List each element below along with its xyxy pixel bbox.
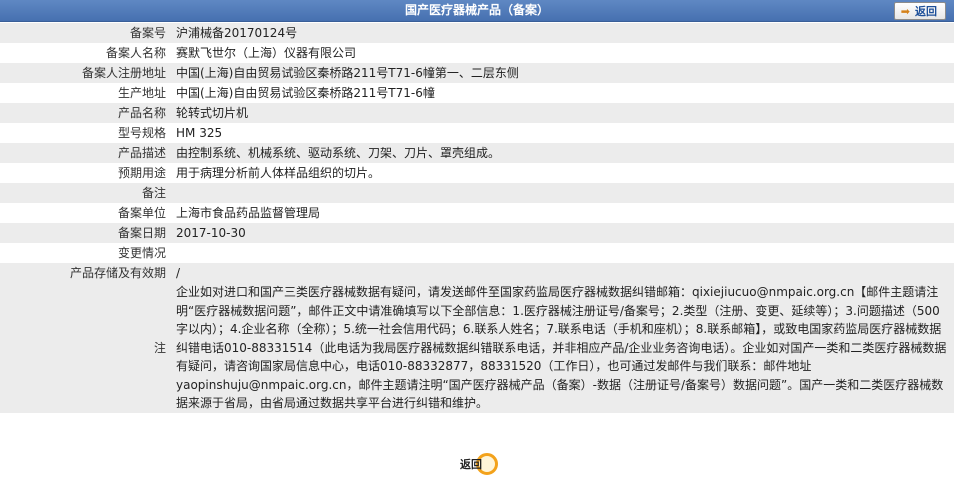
table-row: 变更情况 [0,243,954,263]
page-title: 国产医疗器械产品（备案） [404,3,549,17]
row-value [169,243,954,263]
back-button-bottom-label: 返回 [460,458,482,471]
table-row: 生产地址 中国(上海)自由贸易试验区秦桥路211号T71-6幢 [0,83,954,103]
row-value: 用于病理分析前人体样品组织的切片。 [169,163,954,183]
row-label: 产品名称 [0,103,169,123]
row-label: 变更情况 [0,243,169,263]
row-label: 备注 [0,183,169,203]
row-label: 备案单位 [0,203,169,223]
row-value: / [169,263,954,283]
table-row: 备案人名称 赛默飞世尔（上海）仪器有限公司 [0,43,954,63]
row-label: 备案日期 [0,223,169,243]
back-button-bottom[interactable]: 返回 [452,450,500,478]
table-row: 产品存储及有效期 / [0,263,954,283]
table-row: 产品描述 由控制系统、机械系统、驱动系统、刀架、刀片、罩壳组成。 [0,143,954,163]
note-text: 企业如对进口和国产三类医疗器械数据有疑问，请发送邮件至国家药监局医疗器械数据纠错… [176,285,947,410]
row-value: 沪浦械备20170124号 [169,23,954,43]
row-value [169,183,954,203]
row-label: 备案人名称 [0,43,169,63]
note-cell: 企业如对进口和国产三类医疗器械数据有疑问，请发送邮件至国家药监局医疗器械数据纠错… [169,283,954,413]
row-label: 产品存储及有效期 [0,263,169,283]
record-table: 备案号 沪浦械备20170124号 备案人名称 赛默飞世尔（上海）仪器有限公司 … [0,23,954,413]
page: 国产医疗器械产品（备案） ➡ 返回 备案号 沪浦械备20170124号 备案人名… [0,0,954,480]
row-label: 生产地址 [0,83,169,103]
row-value: HM 325 [169,123,954,143]
note-row: 注 企业如对进口和国产三类医疗器械数据有疑问，请发送邮件至国家药监局医疗器械数据… [0,283,954,413]
row-value: 赛默飞世尔（上海）仪器有限公司 [169,43,954,63]
row-label: 备案人注册地址 [0,63,169,83]
row-label: 预期用途 [0,163,169,183]
row-value: 上海市食品药品监督管理局 [169,203,954,223]
row-value: 中国(上海)自由贸易试验区秦桥路211号T71-6幢 [169,83,954,103]
table-row: 备案日期 2017-10-30 [0,223,954,243]
back-button-top-label: 返回 [915,5,937,18]
back-button-top[interactable]: ➡ 返回 [893,2,946,20]
row-value: 轮转式切片机 [169,103,954,123]
row-label: 备案号 [0,23,169,43]
table-row: 型号规格 HM 325 [0,123,954,143]
note-label: 注 [0,283,169,413]
row-label: 产品描述 [0,143,169,163]
table-row: 备案人注册地址 中国(上海)自由贸易试验区秦桥路211号T71-6幢第一、二层东… [0,63,954,83]
row-label: 型号规格 [0,123,169,143]
table-row: 备案单位 上海市食品药品监督管理局 [0,203,954,223]
row-value: 由控制系统、机械系统、驱动系统、刀架、刀片、罩壳组成。 [169,143,954,163]
table-row: 备注 [0,183,954,203]
table-row: 产品名称 轮转式切片机 [0,103,954,123]
table-row: 备案号 沪浦械备20170124号 [0,23,954,43]
header-bar: 国产医疗器械产品（备案） ➡ 返回 [0,0,954,22]
row-value: 中国(上海)自由贸易试验区秦桥路211号T71-6幢第一、二层东侧 [169,63,954,83]
row-value: 2017-10-30 [169,223,954,243]
table-row: 预期用途 用于病理分析前人体样品组织的切片。 [0,163,954,183]
back-arrow-icon: ➡ [900,4,910,18]
